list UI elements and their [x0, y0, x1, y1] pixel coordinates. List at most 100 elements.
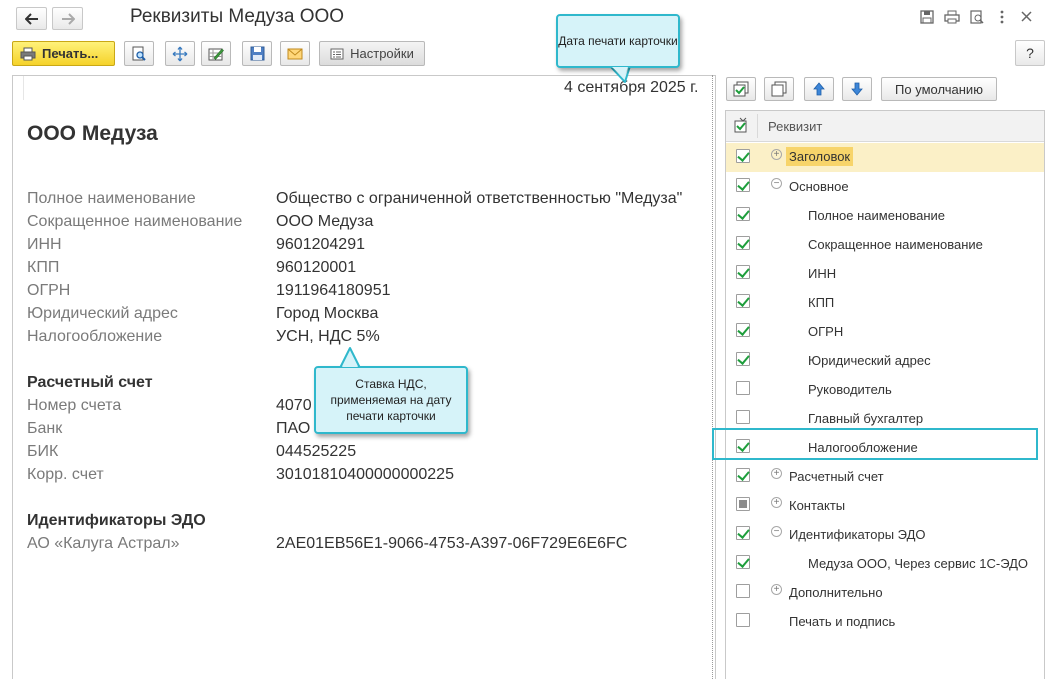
checkbox-column-icon: [733, 117, 749, 138]
tree-checkbox[interactable]: [736, 265, 750, 279]
tree-label: КПП: [808, 295, 835, 310]
tree-row-contacts[interactable]: + Контакты: [726, 491, 1044, 520]
expand-icon[interactable]: +: [771, 584, 782, 595]
tree-checkbox[interactable]: [736, 323, 750, 337]
tree-checkbox[interactable]: [736, 497, 750, 511]
uncheck-all-button[interactable]: [764, 77, 794, 101]
collapse-icon[interactable]: −: [771, 526, 782, 537]
printer-icon[interactable]: [943, 8, 960, 25]
tree-checkbox[interactable]: [736, 149, 750, 163]
expand-icon[interactable]: +: [771, 468, 782, 479]
tree-checkbox[interactable]: [736, 178, 750, 192]
save-icon[interactable]: [918, 8, 935, 25]
tree-row-short-name[interactable]: Сокращенное наименование: [726, 230, 1044, 259]
save-button[interactable]: [242, 41, 272, 66]
tree-checkbox[interactable]: [736, 410, 750, 424]
uncheck-all-icon: [771, 81, 787, 97]
tree-checkbox[interactable]: [736, 468, 750, 482]
tree-row-edo-medusa[interactable]: Медуза ООО, Через сервис 1С-ЭДО: [726, 549, 1044, 578]
print-button[interactable]: Печать...: [12, 41, 115, 66]
default-button[interactable]: По умолчанию: [881, 77, 997, 101]
preview-button[interactable]: [124, 41, 154, 66]
email-button[interactable]: [280, 41, 310, 66]
field-label-account-number: Номер счета: [27, 397, 122, 414]
move-up-button[interactable]: [804, 77, 834, 101]
back-button[interactable]: [16, 7, 47, 30]
tree-checkbox[interactable]: [736, 555, 750, 569]
tree-checkbox[interactable]: [736, 294, 750, 308]
field-value-corr-account: 30101810400000000225: [276, 466, 454, 483]
column-header-attribute: Реквизит: [768, 119, 823, 134]
tree-label: Юридический адрес: [808, 353, 931, 368]
tree-label: ИНН: [808, 266, 837, 281]
tree-checkbox[interactable]: [736, 526, 750, 540]
tree-label: Расчетный счет: [789, 469, 884, 484]
tree-row-bank-account[interactable]: + Расчетный счет: [726, 462, 1044, 491]
callout-vat-rate: Ставка НДС, применяемая на дату печати к…: [314, 366, 468, 434]
settings-button[interactable]: Настройки: [319, 41, 425, 66]
field-value-ogrn: 1911964180951: [276, 282, 391, 299]
tree-checkbox[interactable]: [736, 613, 750, 627]
field-value-bik: 044525225: [276, 443, 357, 460]
printer-icon: [20, 47, 36, 60]
field-value-short-name: ООО Медуза: [276, 213, 374, 230]
field-value-taxation: УСН, НДС 5%: [276, 328, 380, 345]
tree-label: Руководитель: [808, 382, 892, 397]
help-button[interactable]: ?: [1015, 40, 1045, 66]
floppy-disk-icon: [250, 46, 264, 61]
tree-checkbox[interactable]: [736, 381, 750, 395]
field-value-kpp: 960120001: [276, 259, 357, 276]
field-label-kpp: КПП: [27, 259, 60, 276]
tree-label: Сокращенное наименование: [808, 237, 983, 252]
tree-label: Полное наименование: [808, 208, 946, 223]
field-value-inn: 9601204291: [276, 236, 365, 253]
tree-label: Главный бухгалтер: [808, 411, 924, 426]
field-value-full-name: Общество с ограниченной ответственностью…: [276, 190, 683, 207]
tree-checkbox[interactable]: [736, 207, 750, 221]
check-all-icon: [733, 81, 749, 97]
tree-row-director[interactable]: Руководитель: [726, 375, 1044, 404]
field-value-bank: ПАО: [276, 420, 311, 437]
close-icon[interactable]: [1018, 8, 1035, 25]
move-arrows-icon: [172, 46, 188, 61]
tree-row-edo-ids[interactable]: − Идентификаторы ЭДО: [726, 520, 1044, 549]
print-button-label: Печать...: [42, 46, 99, 61]
tree-label: Контакты: [789, 498, 846, 513]
preview-icon[interactable]: [968, 8, 985, 25]
field-label-corr-account: Корр. счет: [27, 466, 104, 483]
settings-button-label: Настройки: [350, 46, 414, 61]
tree-checkbox[interactable]: [736, 584, 750, 598]
collapse-icon[interactable]: −: [771, 178, 782, 189]
arrow-left-icon: [24, 12, 38, 25]
field-label-edo-operator: АО «Калуга Астрал»: [27, 535, 180, 552]
tree-row-legal-address[interactable]: Юридический адрес: [726, 346, 1044, 375]
tree-row-main[interactable]: − Основное: [726, 172, 1044, 201]
forward-button[interactable]: [52, 7, 83, 30]
check-all-button[interactable]: [726, 77, 756, 101]
tree-checkbox[interactable]: [736, 236, 750, 250]
field-label-taxation: Налогообложение: [27, 328, 163, 345]
expand-icon[interactable]: +: [771, 149, 782, 160]
expand-icon[interactable]: +: [771, 497, 782, 508]
tree-row-stamp-signature[interactable]: Печать и подпись: [726, 607, 1044, 636]
tree-row-ogrn[interactable]: ОГРН: [726, 317, 1044, 346]
more-icon[interactable]: [993, 8, 1010, 25]
tree-label: Основное: [789, 179, 849, 194]
tree-row-inn[interactable]: ИНН: [726, 259, 1044, 288]
field-label-short-name: Сокращенное наименование: [27, 213, 243, 230]
window-title: Реквизиты Медуза ООО: [130, 6, 345, 27]
tree-checkbox[interactable]: [736, 352, 750, 366]
tree-row-kpp[interactable]: КПП: [726, 288, 1044, 317]
tree-row-full-name[interactable]: Полное наименование: [726, 201, 1044, 230]
move-down-button[interactable]: [842, 77, 872, 101]
tree-label: Идентификаторы ЭДО: [789, 527, 926, 542]
tree-row-header[interactable]: + Заголовок: [726, 143, 1044, 172]
edit-button[interactable]: [201, 41, 231, 66]
field-label-ogrn: ОГРН: [27, 282, 71, 299]
field-label-inn: ИНН: [27, 236, 62, 253]
field-value-account-number: 4070: [276, 397, 312, 414]
page-magnifier-icon: [132, 46, 146, 61]
move-button[interactable]: [165, 41, 195, 66]
tree-row-additional[interactable]: + Дополнительно: [726, 578, 1044, 607]
edit-table-icon: [208, 48, 224, 60]
